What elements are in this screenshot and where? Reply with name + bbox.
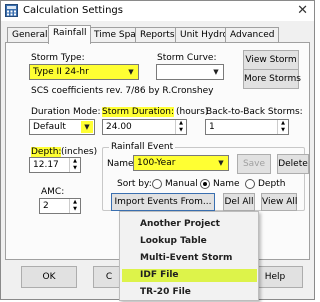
back-to-back-spinner[interactable]: ▲ ▼	[277, 120, 288, 134]
spin-down-icon[interactable]: ▼	[176, 127, 186, 134]
storm-type-select[interactable]: Type II 24-hr ▼	[29, 64, 139, 80]
tab-general[interactable]: General	[7, 27, 53, 43]
sort-depth-label: Depth	[258, 179, 286, 189]
save-button[interactable]: Save	[237, 154, 271, 174]
sort-manual-radio[interactable]	[152, 179, 162, 189]
more-storms-button[interactable]: More Storms	[243, 69, 301, 89]
storm-duration-unit: (hours)	[176, 107, 209, 117]
storm-curve-label: Storm Curve:	[157, 53, 217, 63]
sort-depth-radio[interactable]	[245, 179, 255, 189]
calculation-settings-window: Calculation Settings ✕ General Rainfall …	[0, 0, 315, 301]
back-to-back-value: 1	[209, 122, 215, 132]
depth-input[interactable]: 12.17 ▲ ▼	[29, 157, 81, 173]
spin-up-icon[interactable]: ▲	[278, 120, 288, 127]
spin-down-icon[interactable]: ▼	[70, 165, 80, 172]
duration-mode-value: Default	[33, 122, 66, 132]
view-all-button[interactable]: View All	[261, 193, 297, 211]
menu-item-lookup-table[interactable]: Lookup Table	[120, 233, 258, 251]
chevron-down-icon: ▼	[218, 159, 224, 167]
sort-name-label: Name	[213, 179, 240, 189]
amc-label: AMC:	[41, 187, 65, 197]
spin-down-icon[interactable]: ▼	[70, 206, 80, 213]
import-events-button[interactable]: Import Events From...	[111, 193, 215, 211]
spin-up-icon[interactable]: ▲	[70, 158, 80, 165]
storm-duration-spinner[interactable]: ▲ ▼	[175, 120, 186, 134]
back-to-back-input[interactable]: 1 ▲ ▼	[205, 119, 289, 135]
calculator-app-icon	[5, 4, 18, 17]
import-events-menu: Another Project Lookup Table Multi-Event…	[119, 211, 259, 301]
rainfall-event-group-title: Rainfall Event	[109, 142, 176, 152]
window-title: Calculation Settings	[23, 5, 123, 16]
storm-duration-label: Storm Duration:	[102, 107, 175, 117]
storm-duration-value: 24.00	[106, 122, 132, 132]
depth-value: 12.17	[33, 160, 59, 170]
delete-all-button[interactable]: Del All	[223, 193, 255, 211]
scs-note: SCS coefficients rev. 7/86 by R.Cronshey	[31, 86, 214, 96]
storm-duration-input[interactable]: 24.00 ▲ ▼	[102, 119, 187, 135]
tab-rainfall[interactable]: Rainfall	[48, 25, 92, 44]
tab-advanced[interactable]: Advanced	[225, 27, 280, 43]
ok-button[interactable]: OK	[21, 266, 77, 288]
delete-button[interactable]: Delete	[277, 154, 309, 174]
title-bar: Calculation Settings ✕	[1, 1, 314, 21]
depth-label: Depth:	[31, 147, 62, 157]
tab-reports[interactable]: Reports	[135, 27, 180, 43]
amc-value: 2	[43, 201, 49, 211]
menu-item-idf-file[interactable]: IDF File	[120, 267, 258, 285]
chevron-down-icon: ▼	[213, 68, 219, 76]
duration-mode-select[interactable]: Default ▼	[29, 119, 95, 135]
menu-item-another-project[interactable]: Another Project	[120, 216, 258, 234]
view-storm-button[interactable]: View Storm	[243, 50, 299, 70]
spin-up-icon[interactable]: ▲	[176, 120, 186, 127]
duration-mode-label: Duration Mode:	[31, 107, 101, 117]
storm-type-value: Type II 24-hr	[33, 67, 89, 77]
menu-item-tr20-file[interactable]: TR-20 File	[120, 284, 258, 302]
sort-by-label: Sort by:	[117, 179, 152, 189]
back-to-back-label: Back-to-Back Storms:	[206, 107, 303, 117]
depth-unit: (inches)	[61, 147, 98, 157]
sort-name-radio[interactable]	[200, 179, 210, 189]
spin-up-icon[interactable]: ▲	[70, 199, 80, 206]
storm-type-label: Storm Type:	[31, 53, 85, 63]
storm-curve-select[interactable]: ▼	[156, 64, 224, 80]
sort-manual-label: Manual	[165, 179, 198, 189]
spin-down-icon[interactable]: ▼	[278, 127, 288, 134]
menu-item-multi-event-storm[interactable]: Multi-Event Storm	[120, 250, 258, 268]
chevron-down-icon: ▼	[128, 68, 134, 76]
depth-spinner[interactable]: ▲ ▼	[69, 158, 80, 172]
amc-input[interactable]: 2 ▲ ▼	[39, 198, 81, 214]
chevron-down-icon: ▼	[81, 121, 93, 133]
event-name-select[interactable]: 100-Year ▼	[133, 155, 229, 171]
close-icon[interactable]: ✕	[297, 3, 308, 18]
event-name-value: 100-Year	[137, 158, 176, 168]
amc-spinner[interactable]: ▲ ▼	[69, 199, 80, 213]
